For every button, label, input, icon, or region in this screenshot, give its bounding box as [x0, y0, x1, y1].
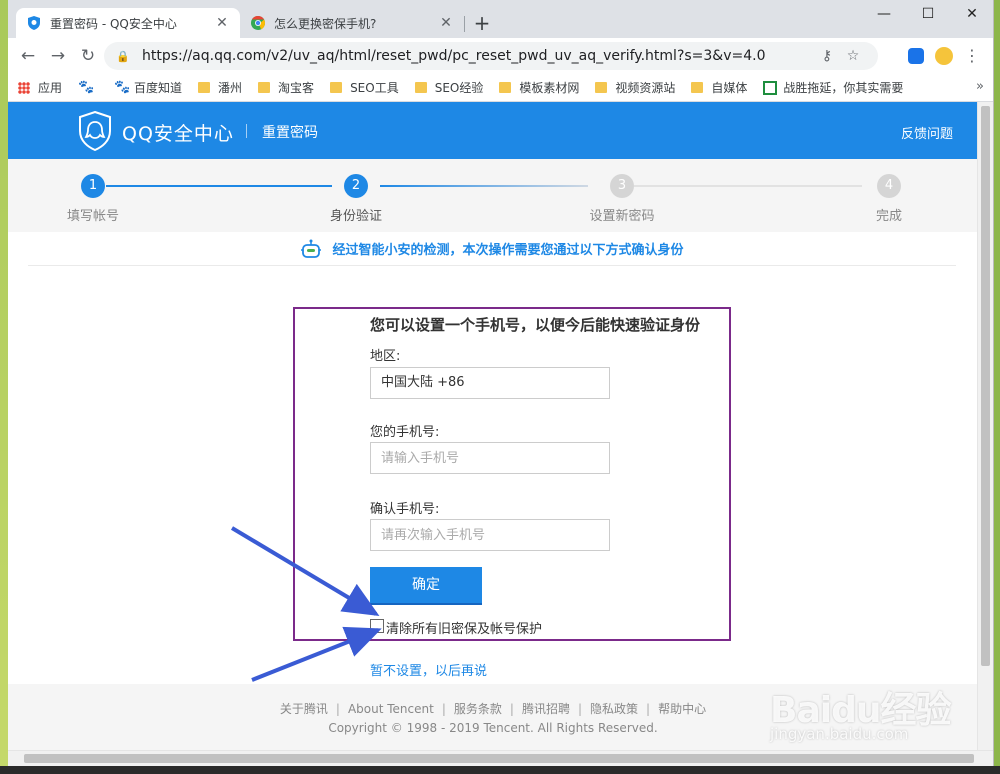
bookmark-folder[interactable]: SEO经验 — [414, 79, 483, 96]
taskbar-edge — [0, 766, 1000, 774]
bookmarks-overflow-icon[interactable]: » — [976, 79, 984, 94]
footer-link-about[interactable]: 关于腾讯 — [280, 702, 328, 716]
green-square-icon — [763, 80, 778, 95]
bookmark-folder[interactable]: 自媒体 — [691, 79, 747, 96]
skip-setup-link[interactable]: 暂不设置，以后再说 — [370, 660, 487, 679]
notice-text: 经过智能小安的检测，本次操作需要您通过以下方式确认身份 — [332, 243, 684, 258]
folder-icon — [330, 82, 343, 93]
chrome-circle-favicon-icon — [251, 15, 266, 30]
browser-toolbar: ← → ↻ 🔒 https://aq.qq.com/v2/uv_aq/html/… — [8, 38, 993, 74]
bookmark-folder[interactable]: 模板素材网 — [499, 79, 579, 96]
bookmark-baidu[interactable]: 🐾 — [78, 79, 98, 95]
tab-how-change-phone[interactable]: 怎么更换密保手机? ✕ — [240, 8, 464, 38]
progress-steps: 1 2 3 4 填写帐号 身份验证 设置新密码 完成 — [8, 159, 978, 232]
step-2-label: 身份验证 — [329, 209, 382, 224]
tab-title: 怎么更换密保手机? — [274, 16, 377, 31]
main-content: 经过智能小安的检测，本次操作需要您通过以下方式确认身份 您可以设置一个手机号，以… — [8, 232, 978, 684]
bookmark-apps[interactable]: 应用 — [18, 79, 62, 96]
tab-close-icon[interactable]: ✕ — [438, 15, 454, 31]
desktop-background — [0, 0, 8, 774]
apps-grid-icon — [18, 81, 30, 94]
scrollbar-thumb[interactable] — [981, 106, 990, 666]
clear-old-security-checkbox[interactable] — [370, 619, 384, 633]
browser-window: 重置密码 - QQ安全中心 ✕ 怎么更换密保手机? ✕ + — ☐ ✕ ← → — [8, 0, 994, 766]
bookmark-baidu-zhidao[interactable]: 🐾 百度知道 — [114, 79, 182, 96]
annotation-highlight-box — [293, 307, 731, 641]
bookmark-folder[interactable]: 视频资源站 — [595, 79, 675, 96]
step-1-circle: 1 — [81, 174, 105, 198]
step-1-label: 填写帐号 — [66, 209, 119, 224]
verification-notice: 经过智能小安的检测，本次操作需要您通过以下方式确认身份 — [28, 232, 956, 266]
window-controls: — ☐ ✕ — [862, 0, 993, 30]
bookmark-folder[interactable]: 淘宝客 — [258, 79, 314, 96]
confirm-phone-input[interactable] — [370, 519, 610, 551]
step-connector — [380, 185, 588, 187]
phone-input[interactable] — [370, 442, 610, 474]
reload-icon[interactable]: ↻ — [74, 42, 102, 70]
kebab-menu-icon[interactable]: ⋮ — [958, 42, 986, 70]
brand-name[interactable]: QQ安全中心 — [122, 119, 234, 146]
step-3-circle: 3 — [610, 174, 634, 198]
page-title: 重置密码 — [262, 125, 318, 141]
tab-close-icon[interactable]: ✕ — [214, 15, 230, 31]
baidu-jingyan-watermark: Baidu经验 jingyan.baidu.com — [770, 663, 990, 763]
qq-header: QQ安全中心 重置密码 反馈问题 — [8, 102, 978, 159]
region-select[interactable]: 中国大陆 +86 — [370, 367, 610, 399]
lock-icon: 🔒 — [116, 49, 130, 63]
confirm-button[interactable]: 确定 — [370, 567, 482, 603]
extension-blue-icon[interactable] — [902, 42, 930, 70]
folder-icon — [691, 82, 704, 93]
feedback-link[interactable]: 反馈问题 — [901, 123, 953, 142]
minimize-icon[interactable]: — — [862, 0, 906, 30]
form-title: 您可以设置一个手机号，以便今后能快速验证身份 — [370, 316, 701, 334]
bookmark-folder[interactable]: SEO工具 — [330, 79, 399, 96]
bookmark-folder[interactable]: 潘州 — [198, 79, 242, 96]
watermark-url: jingyan.baidu.com — [770, 725, 909, 743]
url-text[interactable]: https://aq.qq.com/v2/uv_aq/html/reset_pw… — [142, 48, 814, 64]
robot-assistant-icon — [301, 239, 322, 258]
maximize-icon[interactable]: ☐ — [906, 0, 950, 30]
step-4-circle: 4 — [877, 174, 901, 198]
tab-strip: 重置密码 - QQ安全中心 ✕ 怎么更换密保手机? ✕ + — ☐ ✕ — [8, 0, 993, 38]
region-label: 地区: — [370, 349, 401, 364]
tab-reset-password[interactable]: 重置密码 - QQ安全中心 ✕ — [16, 8, 240, 38]
profile-emoji-avatar[interactable] — [930, 42, 958, 70]
step-4-label: 完成 — [875, 209, 902, 224]
tab-separator — [464, 16, 465, 32]
star-bookmark-icon[interactable]: ☆ — [840, 48, 866, 64]
forward-arrow-icon[interactable]: → — [44, 42, 72, 70]
folder-icon — [414, 82, 427, 93]
folder-icon — [595, 82, 608, 93]
phone-label: 您的手机号: — [370, 425, 440, 440]
baidu-paw-icon: 🐾 — [78, 79, 95, 95]
step-connector — [106, 185, 332, 187]
tab-title: 重置密码 - QQ安全中心 — [50, 16, 177, 31]
footer-link-terms[interactable]: 服务条款 — [454, 702, 502, 716]
clear-old-security-label[interactable]: 清除所有旧密保及帐号保护 — [386, 618, 542, 637]
footer-link-help[interactable]: 帮助中心 — [658, 702, 706, 716]
bookmarks-bar: 应用 🐾 🐾 百度知道 潘州 淘宝客 SEO工具 SEO经验 模板素材网 视频资源… — [8, 74, 993, 102]
close-window-icon[interactable]: ✕ — [950, 0, 993, 30]
back-arrow-icon[interactable]: ← — [14, 42, 42, 70]
step-connector — [634, 185, 862, 187]
key-icon[interactable]: ⚷ — [814, 48, 840, 64]
bookmark-article[interactable]: 战胜拖延，你其实需要 — [763, 79, 903, 96]
confirm-phone-label: 确认手机号: — [370, 502, 440, 517]
header-divider — [246, 124, 247, 138]
qq-security-shield-logo[interactable] — [78, 111, 112, 151]
toolbar-extensions: ⋮ — [902, 42, 986, 70]
folder-icon — [499, 82, 512, 93]
footer-link-careers[interactable]: 腾讯招聘 — [522, 702, 570, 716]
baidu-paw-icon: 🐾 — [114, 79, 131, 95]
footer-link-about-en[interactable]: About Tencent — [348, 702, 434, 716]
folder-icon — [198, 82, 211, 93]
footer-link-privacy[interactable]: 隐私政策 — [590, 702, 638, 716]
new-tab-plus-icon[interactable]: + — [470, 12, 494, 36]
folder-icon — [258, 82, 271, 93]
step-2-circle: 2 — [344, 174, 368, 198]
qq-shield-favicon-icon — [28, 16, 40, 30]
step-3-label: 设置新密码 — [589, 209, 655, 224]
address-bar[interactable]: 🔒 https://aq.qq.com/v2/uv_aq/html/reset_… — [104, 42, 878, 70]
